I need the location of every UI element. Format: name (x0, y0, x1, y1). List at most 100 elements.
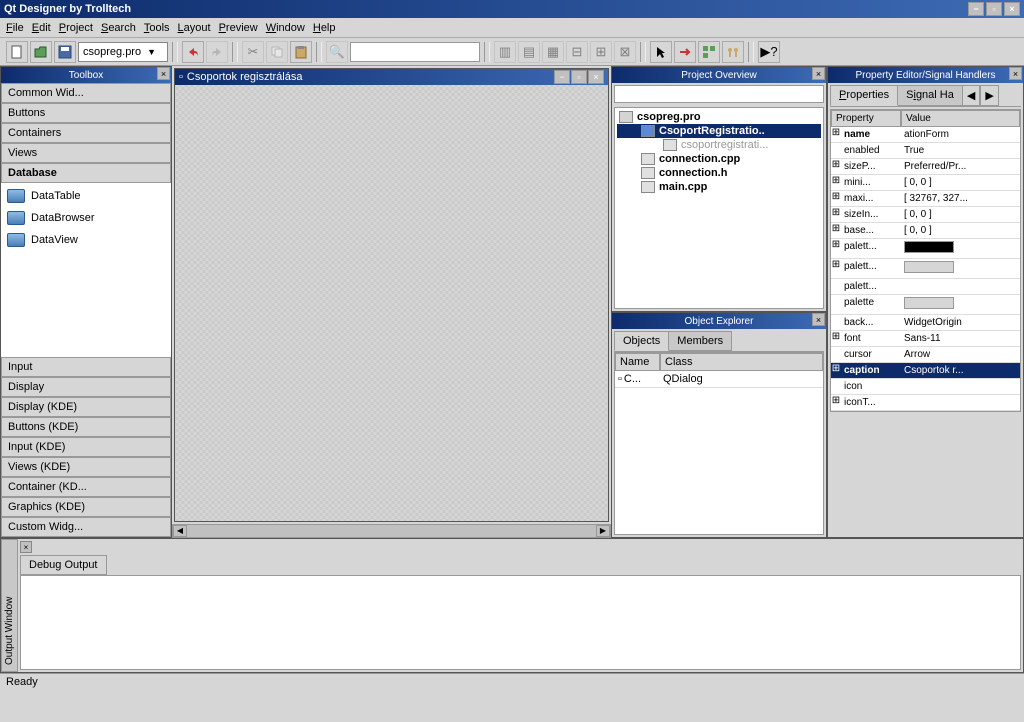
toolbox-section-graphicskde[interactable]: Graphics (KDE) (1, 497, 171, 517)
prop-row-caption[interactable]: ⊞captionCsoportok r... (831, 363, 1020, 379)
toolbox-section-containerkde[interactable]: Container (KD... (1, 477, 171, 497)
menu-file[interactable]: File (6, 22, 24, 34)
toolbox-section-customwidg[interactable]: Custom Widg... (1, 517, 171, 537)
close-icon[interactable]: × (1009, 67, 1022, 80)
close-icon[interactable]: × (20, 541, 32, 553)
toolbox-section-buttonskde[interactable]: Buttons (KDE) (1, 417, 171, 437)
prop-row-backgroundorigin[interactable]: back...WidgetOrigin (831, 315, 1020, 331)
toolbox-item-databrowser[interactable]: DataBrowser (1, 207, 171, 229)
layout-v-icon[interactable]: ▤ (518, 41, 540, 63)
tab-members[interactable]: Members (668, 331, 732, 351)
toolbox-section-common[interactable]: Common Wid... (1, 83, 171, 103)
prop-row-basesize[interactable]: ⊞base...[ 0, 0 ] (831, 223, 1020, 239)
col-name[interactable]: Name (615, 353, 660, 371)
design-scrollbar-h[interactable]: ◀▶ (172, 524, 611, 538)
layout-splitter-v-icon[interactable]: ⊞ (590, 41, 612, 63)
prop-row-palette[interactable]: palette (831, 295, 1020, 315)
toolbox-section-containers[interactable]: Containers (1, 123, 171, 143)
tab-objects[interactable]: Objects (614, 331, 669, 351)
prop-row-font[interactable]: ⊞fontSans-11 (831, 331, 1020, 347)
open-icon[interactable] (30, 41, 52, 63)
close-button[interactable]: × (1004, 2, 1020, 16)
prop-row-cursor[interactable]: cursorArrow (831, 347, 1020, 363)
close-icon[interactable]: × (157, 67, 170, 80)
tab-signals[interactable]: Signal Ha (897, 85, 963, 106)
paste-icon[interactable] (290, 41, 312, 63)
break-layout-icon[interactable]: ⊠ (614, 41, 636, 63)
menu-preview[interactable]: Preview (219, 22, 258, 34)
menu-edit[interactable]: Edit (32, 22, 51, 34)
prop-row-sizepolicy[interactable]: ⊞sizeP...Preferred/Pr... (831, 159, 1020, 175)
toolbox-item-dataview[interactable]: DataView (1, 229, 171, 251)
cut-icon[interactable]: ✂ (242, 41, 264, 63)
tab-scroll-right[interactable]: ▶ (980, 85, 998, 106)
tree-item-form[interactable]: CsoportRegistratio.. (617, 124, 821, 138)
tree-item-conncpp[interactable]: connection.cpp (617, 152, 821, 166)
toolbox-section-input[interactable]: Input (1, 357, 171, 377)
close-icon[interactable]: × (812, 313, 825, 326)
prop-row-enabled[interactable]: enabledTrue (831, 143, 1020, 159)
output-window-tab[interactable]: Output Window (1, 539, 18, 672)
toolbox-section-views[interactable]: Views (1, 143, 171, 163)
pointer-icon[interactable] (650, 41, 672, 63)
tree-item-ui[interactable]: csoportregistrati... (617, 138, 821, 152)
object-row[interactable]: ▫C...QDialog (615, 371, 823, 388)
prop-row-paletteforeground[interactable]: ⊞palett... (831, 239, 1020, 259)
prop-row-palettebackground[interactable]: ⊞palett... (831, 259, 1020, 279)
layout-h-icon[interactable]: ▥ (494, 41, 516, 63)
toolbox-section-inputkde[interactable]: Input (KDE) (1, 437, 171, 457)
menu-tools[interactable]: Tools (144, 22, 170, 34)
prop-row-icon[interactable]: icon (831, 379, 1020, 395)
property-table[interactable]: PropertyValue ⊞nameationForm enabledTrue… (830, 109, 1021, 412)
prop-row-icontext[interactable]: ⊞iconT... (831, 395, 1020, 411)
toolbox-section-displaykde[interactable]: Display (KDE) (1, 397, 171, 417)
buddy-icon[interactable] (722, 41, 744, 63)
object-table[interactable]: NameClass ▫C...QDialog (614, 352, 824, 535)
tree-item-connh[interactable]: connection.h (617, 166, 821, 180)
menu-project[interactable]: Project (59, 22, 93, 34)
layout-grid-icon[interactable]: ▦ (542, 41, 564, 63)
copy-icon[interactable] (266, 41, 288, 63)
tab-debug-output[interactable]: Debug Output (20, 555, 107, 575)
design-canvas[interactable] (175, 85, 608, 521)
prop-row-palettebgpixmap[interactable]: palett... (831, 279, 1020, 295)
minimize-button[interactable]: − (968, 2, 984, 16)
redo-icon[interactable] (206, 41, 228, 63)
project-tree[interactable]: csopreg.pro CsoportRegistratio.. csoport… (614, 107, 824, 309)
help-icon[interactable]: ▶? (758, 41, 780, 63)
prop-row-minimumsize[interactable]: ⊞mini...[ 0, 0 ] (831, 175, 1020, 191)
search-icon[interactable]: 🔍 (326, 41, 348, 63)
connect-icon[interactable] (674, 41, 696, 63)
menu-search[interactable]: Search (101, 22, 136, 34)
new-icon[interactable] (6, 41, 28, 63)
toolbox-item-datatable[interactable]: DataTable (1, 185, 171, 207)
filter-input[interactable] (614, 85, 824, 103)
maximize-button[interactable]: ▫ (986, 2, 1002, 16)
design-titlebar[interactable]: ▫ Csoportok regisztrálása − ▫ × (175, 69, 608, 85)
prop-row-sizeincrement[interactable]: ⊞sizeIn...[ 0, 0 ] (831, 207, 1020, 223)
debug-output-text[interactable] (20, 575, 1021, 670)
menu-help[interactable]: Help (313, 22, 336, 34)
tab-scroll-left[interactable]: ◀ (962, 85, 980, 106)
tab-properties[interactable]: Properties (830, 85, 898, 106)
tree-item-main[interactable]: main.cpp (617, 180, 821, 194)
col-property[interactable]: Property (831, 110, 901, 127)
close-button[interactable]: × (588, 70, 604, 84)
col-class[interactable]: Class (660, 353, 823, 371)
toolbox-section-display[interactable]: Display (1, 377, 171, 397)
prop-row-maximumsize[interactable]: ⊞maxi...[ 32767, 327... (831, 191, 1020, 207)
undo-icon[interactable] (182, 41, 204, 63)
project-combo[interactable]: csopreg.pro▼ (78, 42, 168, 62)
menu-layout[interactable]: Layout (178, 22, 211, 34)
maximize-button[interactable]: ▫ (571, 70, 587, 84)
toolbox-section-database[interactable]: Database (1, 163, 171, 183)
close-icon[interactable]: × (812, 67, 825, 80)
prop-row-name[interactable]: ⊞nameationForm (831, 127, 1020, 143)
minimize-button[interactable]: − (554, 70, 570, 84)
tree-root[interactable]: csopreg.pro (617, 110, 821, 124)
toolbox-section-buttons[interactable]: Buttons (1, 103, 171, 123)
layout-splitter-h-icon[interactable]: ⊟ (566, 41, 588, 63)
search-input[interactable] (350, 42, 480, 62)
save-icon[interactable] (54, 41, 76, 63)
col-value[interactable]: Value (901, 110, 1020, 127)
